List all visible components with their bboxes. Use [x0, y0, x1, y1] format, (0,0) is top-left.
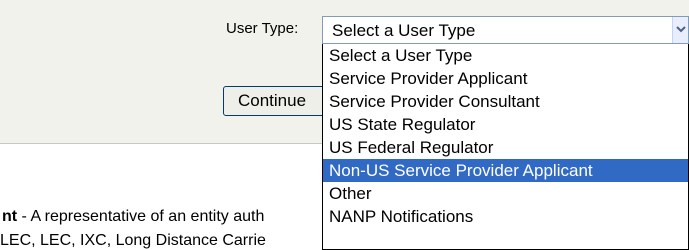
chevron-down-icon [676, 26, 686, 33]
user-type-select[interactable]: Select a User Type [322, 16, 689, 44]
dropdown-option[interactable]: US Federal Regulator [323, 136, 688, 159]
description-bold-fragment: nt [2, 208, 18, 225]
description-line-2: LEC, LEC, IXC, Long Distance Carrie [0, 232, 266, 249]
dropdown-option[interactable]: Other [323, 182, 688, 205]
user-type-label: User Type: [226, 20, 299, 37]
dropdown-option-highlighted[interactable]: Non-US Service Provider Applicant [323, 159, 688, 182]
continue-button[interactable]: Continue [223, 86, 329, 116]
description-line-1: nt - A representative of an entity auth [2, 208, 264, 226]
dropdown-option[interactable]: Service Provider Applicant [323, 67, 688, 90]
select-current-value: Select a User Type [332, 21, 476, 40]
dropdown-arrow-button[interactable] [672, 17, 688, 43]
user-type-dropdown-list: Select a User Type Service Provider Appl… [322, 44, 689, 250]
dropdown-option[interactable]: Service Provider Consultant [323, 90, 688, 113]
description-text-fragment: - A representative of an entity auth [17, 208, 265, 225]
dropdown-option[interactable]: NANP Notifications [323, 205, 688, 228]
dropdown-option[interactable]: Select a User Type [323, 44, 688, 67]
dropdown-option[interactable]: US State Regulator [323, 113, 688, 136]
